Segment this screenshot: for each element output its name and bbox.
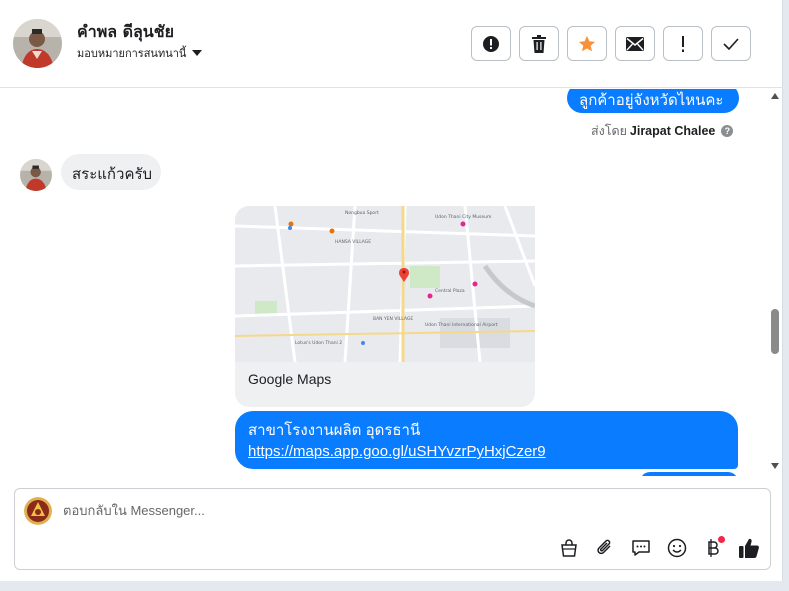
map-attachment-card[interactable]: Nongbua Sport Udon Thani City Museum HAN…	[235, 206, 535, 407]
exclamation-icon	[682, 35, 684, 52]
outgoing-message: ลูกค้าอยู่จังหวัดไหนคะ	[567, 89, 739, 113]
scroll-down-arrow[interactable]	[771, 463, 779, 469]
message-composer	[14, 488, 771, 570]
scrollbar-thumb[interactable]	[771, 309, 779, 354]
conversation-header: คำพล ดีลุนชัย มอบหมายการสนทนานี้	[0, 0, 783, 88]
map-preview-image: Nongbua Sport Udon Thani City Museum HAN…	[235, 206, 535, 362]
outgoing-message-partial	[640, 472, 738, 476]
map-label: Udon Thani City Museum	[435, 214, 491, 220]
done-button[interactable]	[711, 26, 751, 61]
chevron-down-icon	[192, 50, 203, 56]
star-icon	[578, 35, 596, 51]
sent-by-name: Jirapat Chalee	[629, 124, 716, 138]
emoji-icon	[667, 538, 687, 558]
paperclip-icon	[597, 539, 611, 555]
header-actions	[471, 26, 751, 61]
map-label: BAN YEN VILLAGE	[373, 316, 413, 322]
check-icon	[723, 37, 739, 50]
follow-up-button[interactable]	[663, 26, 703, 61]
map-label: HANSA VILLAGE	[335, 239, 371, 245]
envelope-icon	[626, 36, 644, 51]
notification-dot	[718, 536, 725, 543]
map-label: Lotus's Udon Thani 2	[295, 340, 342, 346]
emoji-button[interactable]	[665, 536, 689, 560]
map-label: Nongbua Sport	[345, 210, 379, 216]
page-avatar	[24, 497, 52, 525]
shopping-bag-icon	[561, 539, 577, 557]
contact-avatar[interactable]	[13, 19, 62, 68]
message-text: สาขาโรงงานผลิต อุดรธานี	[248, 422, 421, 439]
attach-button[interactable]	[593, 536, 617, 560]
saved-replies-button[interactable]	[629, 536, 653, 560]
composer-toolbar	[557, 536, 761, 560]
contact-avatar-small	[20, 159, 52, 191]
outgoing-message-with-link: สาขาโรงงานผลิต อุดรธานี https://maps.app…	[235, 411, 738, 469]
sent-by-info: ส่งโดย Jirapat Chalee ?	[591, 121, 734, 141]
mark-unread-button[interactable]	[615, 26, 655, 61]
shopping-bag-button[interactable]	[557, 536, 581, 560]
delete-button[interactable]	[519, 26, 559, 61]
saved-replies-icon	[632, 540, 650, 556]
payment-button[interactable]	[701, 536, 725, 560]
mark-spam-button[interactable]	[471, 26, 511, 61]
sent-by-prefix: ส่งโดย	[591, 124, 627, 138]
map-card-title: Google Maps	[248, 371, 332, 387]
like-button[interactable]	[737, 536, 761, 560]
scroll-up-arrow[interactable]	[771, 93, 779, 99]
star-button[interactable]	[567, 26, 607, 61]
help-icon[interactable]: ?	[721, 125, 734, 137]
conversation-panel: คำพล ดีลุนชัย มอบหมายการสนทนานี้ ลูกค้าอ…	[0, 0, 783, 581]
like-icon	[739, 538, 759, 558]
map-label: Central Plaza	[435, 288, 465, 294]
contact-name: คำพล ดีลุนชัย	[77, 22, 174, 41]
incoming-message: สระแก้วครับ	[61, 154, 161, 190]
assign-label: มอบหมายการสนทนานี้	[77, 47, 187, 60]
map-link[interactable]: https://maps.app.goo.gl/uSHYvzrPyHxjCzer…	[248, 441, 725, 462]
map-label: Udon Thani International Airport	[425, 322, 498, 328]
assign-conversation-dropdown[interactable]: มอบหมายการสนทนานี้	[77, 44, 203, 62]
message-thread[interactable]: ลูกค้าอยู่จังหวัดไหนคะ ส่งโดย Jirapat Ch…	[0, 89, 768, 476]
alert-circle-icon	[483, 35, 499, 52]
trash-icon	[532, 34, 546, 53]
reply-input[interactable]	[63, 503, 583, 518]
